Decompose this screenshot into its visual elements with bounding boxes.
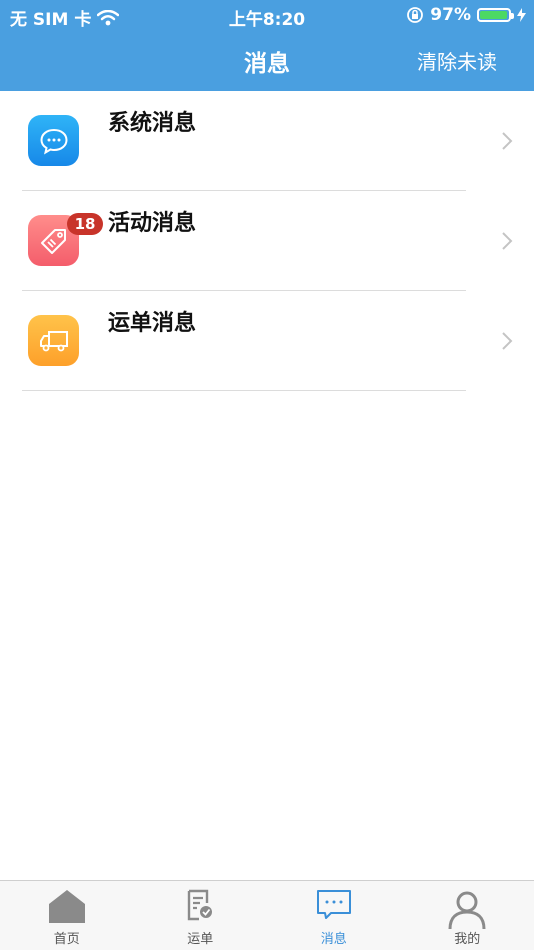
unread-count-badge: 18 [67, 213, 103, 235]
list-item-label: 运单消息 [108, 311, 197, 336]
truck-icon [28, 315, 79, 366]
tab-bar: 首页 运单 消息 我的 [0, 880, 534, 950]
tab-messages[interactable]: 消息 [267, 881, 401, 950]
battery-percent: 97% [430, 5, 471, 25]
status-bar: 无 SIM 卡 上午8:20 97% [0, 0, 534, 30]
chevron-right-icon [502, 232, 513, 250]
clear-unread-button[interactable]: 清除未读 [417, 46, 497, 75]
tab-label: 我的 [454, 932, 481, 947]
tab-label: 消息 [320, 932, 347, 947]
tab-profile[interactable]: 我的 [401, 881, 534, 950]
waybill-icon [188, 889, 213, 921]
tab-waybill[interactable]: 运单 [134, 881, 268, 950]
message-icon [316, 890, 351, 919]
divider [22, 390, 466, 391]
chat-bubble-icon [28, 115, 79, 166]
rotation-lock-icon [407, 7, 424, 23]
tab-home[interactable]: 首页 [0, 881, 134, 950]
tab-label: 运单 [187, 932, 214, 947]
message-list: 系统消息 活动消息 运单消息 [0, 91, 534, 391]
charging-bolt-icon [517, 8, 526, 22]
list-item-label: 系统消息 [108, 111, 197, 136]
chevron-right-icon [502, 332, 513, 350]
list-item-system-messages[interactable]: 系统消息 [0, 91, 534, 191]
profile-icon [448, 891, 486, 929]
tab-label: 首页 [53, 932, 80, 947]
chevron-right-icon [502, 132, 513, 150]
header: 无 SIM 卡 上午8:20 97% 消息 清除未读 [0, 0, 534, 91]
list-item-label: 活动消息 [108, 211, 197, 236]
list-item-activity-messages[interactable]: 活动消息 [0, 191, 534, 291]
battery-level [480, 11, 508, 19]
status-right: 97% [406, 5, 526, 25]
list-item-waybill-messages[interactable]: 运单消息 [0, 291, 534, 391]
home-icon [48, 890, 85, 923]
battery-icon [477, 8, 514, 22]
